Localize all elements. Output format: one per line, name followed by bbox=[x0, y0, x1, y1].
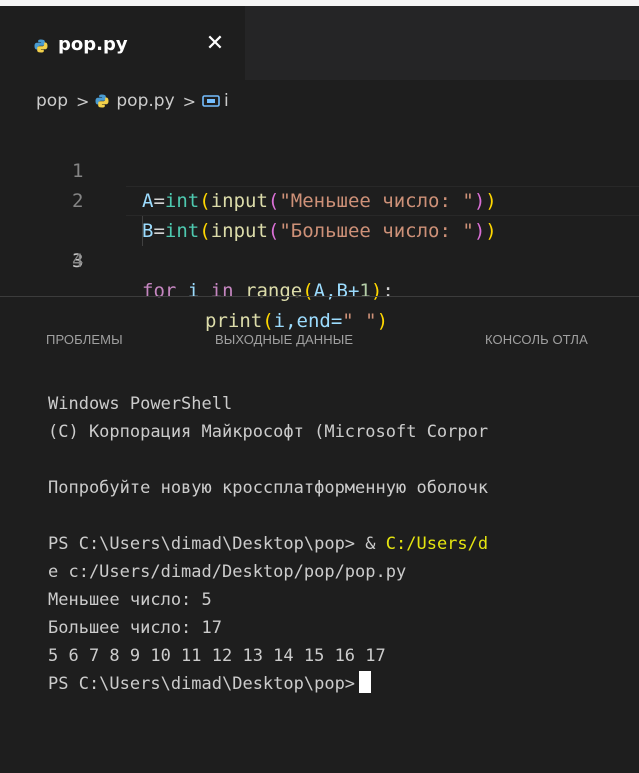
chevron-right-icon: > bbox=[182, 91, 197, 111]
current-line-highlight bbox=[126, 186, 639, 216]
terminal-line: Попробуйте новую кроссплатформенную обол… bbox=[48, 478, 489, 498]
vscode-window: pop.py ✕ pop > pop.py > i 1 A=int(input(… bbox=[0, 0, 639, 773]
terminal-line: e c:/Users/dimad/Desktop/pop/pop.py bbox=[48, 562, 407, 582]
code-editor[interactable]: 1 A=int(input("Меньшее число: ")) 2 B=in… bbox=[0, 126, 639, 332]
tab-problems[interactable]: ПРОБЛЕМЫ bbox=[46, 332, 123, 347]
editor-tab-bar: pop.py ✕ bbox=[0, 0, 639, 80]
breadcrumb-file[interactable]: pop.py bbox=[116, 91, 174, 111]
close-icon[interactable]: ✕ bbox=[202, 31, 228, 57]
code-line-1: 1 A=int(input("Меньшее число: ")) bbox=[0, 126, 639, 212]
terminal-line: (С) Корпорация Майкрософт (Microsoft Cor… bbox=[48, 422, 489, 442]
code-line-2: 2 B=int(input("Большее число: ")) bbox=[0, 156, 639, 242]
terminal-prompt[interactable]: PS C:\Users\dimad\Desktop\pop> bbox=[48, 670, 372, 698]
variable-symbol-icon bbox=[202, 95, 220, 107]
breadcrumb: pop > pop.py > i bbox=[36, 86, 229, 116]
terminal-line: PS C:\Users\dimad\Desktop\pop> & C:/User… bbox=[48, 534, 489, 554]
python-file-icon bbox=[95, 94, 109, 108]
terminal-line: 5 6 7 8 9 10 11 12 13 14 15 16 17 bbox=[48, 646, 386, 666]
tab-label: pop.py bbox=[58, 34, 128, 55]
terminal-line: Большее число: 17 bbox=[48, 618, 222, 638]
breadcrumb-folder[interactable]: pop bbox=[36, 91, 68, 111]
python-file-icon bbox=[34, 39, 48, 53]
chevron-right-icon: > bbox=[75, 91, 90, 111]
code-line-4: 4 print(i,end=" ") bbox=[0, 216, 639, 332]
indent-guide bbox=[142, 216, 143, 246]
tab-debug-console[interactable]: КОНСОЛЬ ОТЛА bbox=[485, 332, 588, 347]
terminal-cursor bbox=[359, 671, 372, 693]
tab-output[interactable]: ВЫХОДНЫЕ ДАННЫЕ bbox=[215, 332, 353, 347]
tab-pop-py[interactable]: pop.py ✕ bbox=[0, 6, 245, 80]
breadcrumb-symbol[interactable]: i bbox=[224, 91, 229, 111]
terminal[interactable]: Windows PowerShell (С) Корпорация Майкро… bbox=[0, 380, 639, 773]
code-text: for i in range(A,B+1): bbox=[142, 280, 394, 302]
panel-tabs: ПРОБЛЕМЫ ВЫХОДНЫЕ ДАННЫЕ КОНСОЛЬ ОТЛА bbox=[0, 320, 639, 360]
line-number: 4 bbox=[72, 250, 84, 272]
terminal-line: Windows PowerShell bbox=[48, 394, 233, 414]
terminal-line: Меньшее число: 5 bbox=[48, 590, 212, 610]
panel-divider bbox=[0, 296, 639, 297]
code-line-3: 3 for i in range(A,B+1): bbox=[0, 186, 639, 302]
